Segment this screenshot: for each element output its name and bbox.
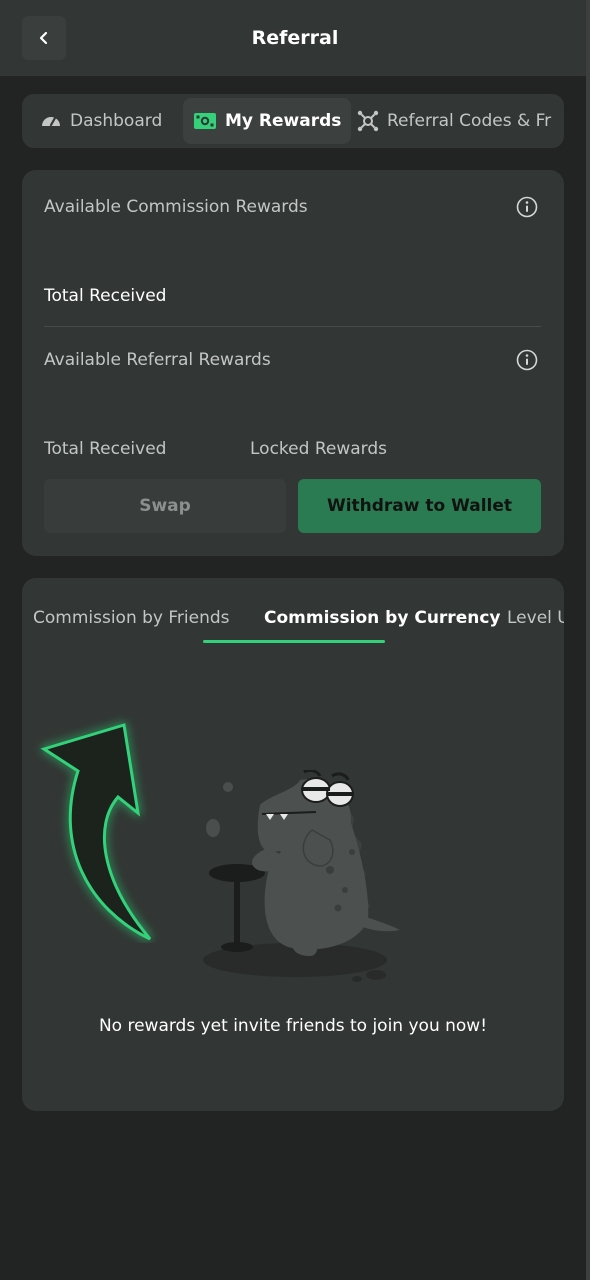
cash-icon (194, 113, 216, 129)
commission-rewards-label: Available Commission Rewards (44, 197, 308, 217)
scrollbar[interactable] (586, 0, 590, 1280)
speedometer-icon (42, 116, 60, 127)
tab-level[interactable]: Level U (507, 608, 564, 628)
info-icon[interactable] (516, 196, 538, 218)
top-app-bar: Referral (0, 0, 590, 76)
commission-total-received-label: Total Received (44, 286, 167, 306)
tab-my-rewards-label: My Rewards (225, 111, 342, 131)
info-icon[interactable] (516, 349, 538, 371)
referral-rewards-label: Available Referral Rewards (44, 350, 271, 370)
arrow-up-icon (40, 723, 152, 941)
crocodile-illustration (203, 770, 400, 982)
withdraw-to-wallet-button[interactable]: Withdraw to Wallet (298, 479, 541, 533)
referral-total-received-label: Total Received (44, 439, 167, 459)
tab-my-rewards[interactable]: My Rewards (183, 98, 352, 144)
tab-dashboard-label: Dashboard (70, 111, 163, 131)
tab-referral-codes[interactable]: Referral Codes & Fr (357, 98, 551, 144)
tab-commission-by-friends[interactable]: Commission by Friends (33, 608, 230, 628)
tab-dashboard[interactable]: Dashboard (40, 98, 162, 144)
commission-card: Commission by Friends Commission by Curr… (22, 578, 564, 1111)
empty-state-message: No rewards yet invite friends to join yo… (98, 1016, 488, 1036)
tab-commission-by-currency[interactable]: Commission by Currency (264, 608, 500, 628)
swap-button[interactable]: Swap (44, 479, 286, 533)
rewards-tab-bar: Dashboard My Rewards Referral Codes & Fr (22, 94, 564, 148)
tab-referral-codes-label: Referral Codes & Fr (387, 111, 552, 131)
rewards-summary-card: Available Commission Rewards Total Recei… (22, 170, 564, 556)
divider (44, 326, 541, 327)
locked-rewards-label: Locked Rewards (250, 439, 387, 459)
network-icon (357, 110, 379, 132)
active-tab-indicator (203, 640, 385, 643)
page-title: Referral (251, 27, 339, 49)
